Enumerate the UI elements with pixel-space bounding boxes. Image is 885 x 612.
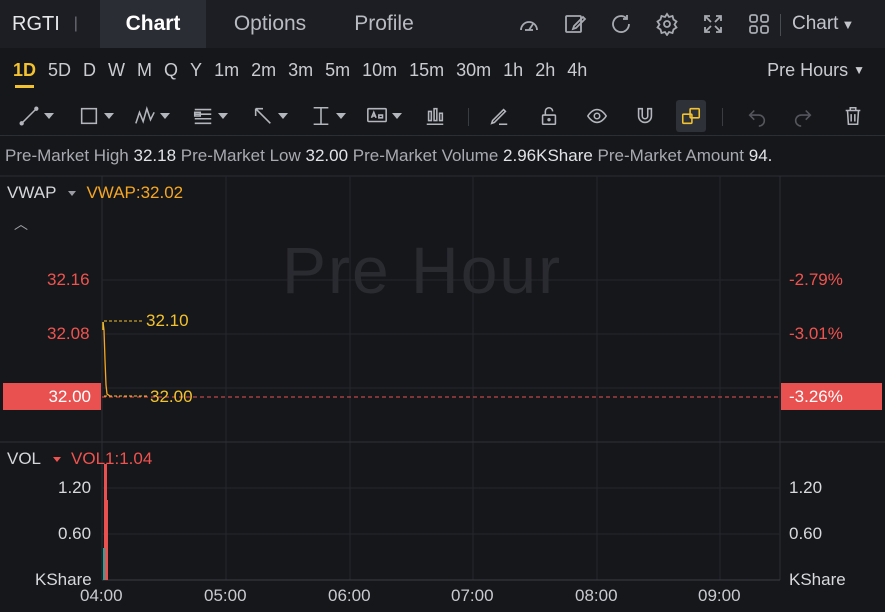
vol-indicator-name: VOL (7, 449, 42, 468)
current-change-tag: -3.26% (781, 383, 882, 410)
y-right-tick: -2.79% (789, 270, 843, 289)
vwap-indicator-name: VWAP (7, 183, 57, 202)
vwap-indicator-row[interactable]: VWAP VWAP:32.02 (7, 182, 183, 204)
chevron-down-icon[interactable] (53, 456, 62, 462)
x-axis-tick: 04:00 (80, 586, 123, 605)
y-left-tick: 32.16 (47, 270, 90, 289)
vol-y-left-tick: 1.20 (58, 478, 92, 497)
x-axis-tick: 05:00 (204, 586, 247, 605)
low-marker-label: 32.00 (150, 387, 193, 406)
vwap-indicator-value: VWAP:32.02 (86, 183, 184, 202)
y-right-tick: -3.01% (789, 324, 843, 343)
vol-y-right-tick: 1.20 (789, 478, 823, 497)
vol-indicator-value: VOL1:1.04 (71, 449, 153, 468)
chevron-down-icon[interactable] (68, 190, 77, 196)
vol-y-right-unit: KShare (789, 570, 846, 589)
volume-bar (103, 548, 105, 580)
x-axis-tick: 06:00 (328, 586, 371, 605)
x-axis-tick: 08:00 (575, 586, 618, 605)
high-marker-label: 32.10 (146, 311, 189, 330)
price-line (102, 321, 111, 397)
x-axis-tick: 09:00 (698, 586, 741, 605)
vol-y-right-tick: 0.60 (789, 524, 823, 543)
vol-y-left-tick: 0.60 (58, 524, 92, 543)
vol-indicator-row[interactable]: VOL VOL1:1.04 (7, 448, 152, 470)
current-price-tag: 32.00 (3, 383, 101, 410)
y-left-tick: 32.08 (47, 324, 90, 343)
x-axis-tick: 07:00 (451, 586, 494, 605)
pre-hour-watermark: Pre Hour (282, 233, 563, 307)
collapse-up-icon[interactable]: ︿ (14, 214, 28, 234)
volume-bar (106, 500, 108, 580)
